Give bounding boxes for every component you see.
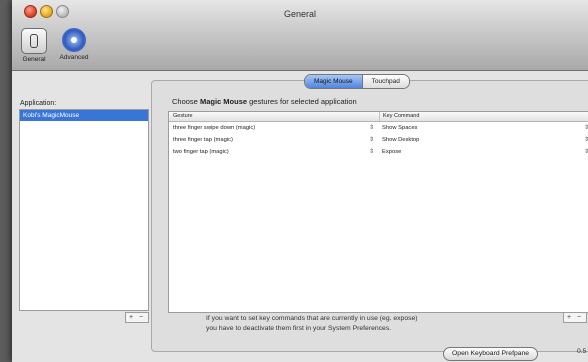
- column-header-key-command[interactable]: Key Command: [379, 112, 419, 121]
- gesture-cell[interactable]: three finger tap (magic): [173, 134, 233, 146]
- gesture-cell[interactable]: three finger swipe down (magic): [173, 122, 255, 134]
- info-line-2: you have to deactivate them first in you…: [206, 325, 392, 332]
- key-command-cell[interactable]: Expose: [382, 146, 401, 158]
- toolbar-general-label: General: [22, 56, 46, 63]
- toolbar-advanced-button[interactable]: Advanced: [57, 28, 91, 61]
- gesture-cell[interactable]: two finger tap (magic): [173, 146, 229, 158]
- choose-suffix: gestures for selected application: [249, 97, 357, 106]
- gesture-add-remove-buttons[interactable]: + −: [563, 312, 587, 323]
- version-label: 0.5: [577, 348, 587, 355]
- choose-device: Magic Mouse: [199, 97, 248, 106]
- table-row[interactable]: three finger swipe down (magic) ⇕ Show S…: [169, 122, 588, 134]
- advanced-gear-icon: [62, 28, 86, 52]
- application-list[interactable]: Kobi's MagicMouse: [19, 109, 149, 311]
- popup-arrows-icon[interactable]: ⇕: [369, 134, 374, 146]
- info-line-1: If you want to set key commands that are…: [206, 315, 418, 322]
- choose-prefix: Choose: [172, 97, 198, 106]
- table-row[interactable]: two finger tap (magic) ⇕ Expose ⇕: [169, 146, 588, 158]
- toolbar-general-button[interactable]: General: [17, 28, 51, 63]
- tab-magic-mouse[interactable]: Magic Mouse: [305, 75, 363, 88]
- window-title: General: [283, 9, 317, 19]
- popup-arrows-icon[interactable]: ⇕: [584, 134, 588, 146]
- choose-heading: Choose Magic Mouse gestures for selected…: [172, 97, 357, 106]
- application-add-remove-buttons[interactable]: + −: [125, 312, 149, 323]
- popup-arrows-icon[interactable]: ⇕: [369, 146, 374, 158]
- column-header-gesture[interactable]: Gesture: [173, 112, 193, 121]
- open-keyboard-prefpane-button[interactable]: Open Keyboard Prefpane: [443, 347, 539, 361]
- key-command-cell[interactable]: Show Desktop: [382, 134, 419, 146]
- application-label: Application:: [20, 100, 57, 107]
- key-command-cell[interactable]: Show Spaces: [382, 122, 417, 134]
- info-text: If you want to set key commands that are…: [206, 314, 418, 334]
- popup-arrows-icon[interactable]: ⇕: [369, 122, 374, 134]
- general-icon: [21, 28, 47, 54]
- toolbar-advanced-label: Advanced: [59, 54, 89, 61]
- device-segmented-control[interactable]: Magic Mouse Touchpad: [304, 74, 410, 89]
- gesture-table[interactable]: Gesture Key Command three finger swipe d…: [168, 111, 588, 313]
- popup-arrows-icon[interactable]: ⇕: [584, 122, 588, 134]
- preferences-window: General General Advanced Application: Ko…: [12, 0, 588, 362]
- popup-arrows-icon[interactable]: ⇕: [584, 146, 588, 158]
- title-bar: General General Advanced: [12, 0, 588, 71]
- table-row[interactable]: three finger tap (magic) ⇕ Show Desktop …: [169, 134, 588, 146]
- application-list-item[interactable]: Kobi's MagicMouse: [20, 110, 148, 121]
- table-header: Gesture Key Command: [169, 112, 588, 122]
- tab-touchpad[interactable]: Touchpad: [362, 75, 409, 88]
